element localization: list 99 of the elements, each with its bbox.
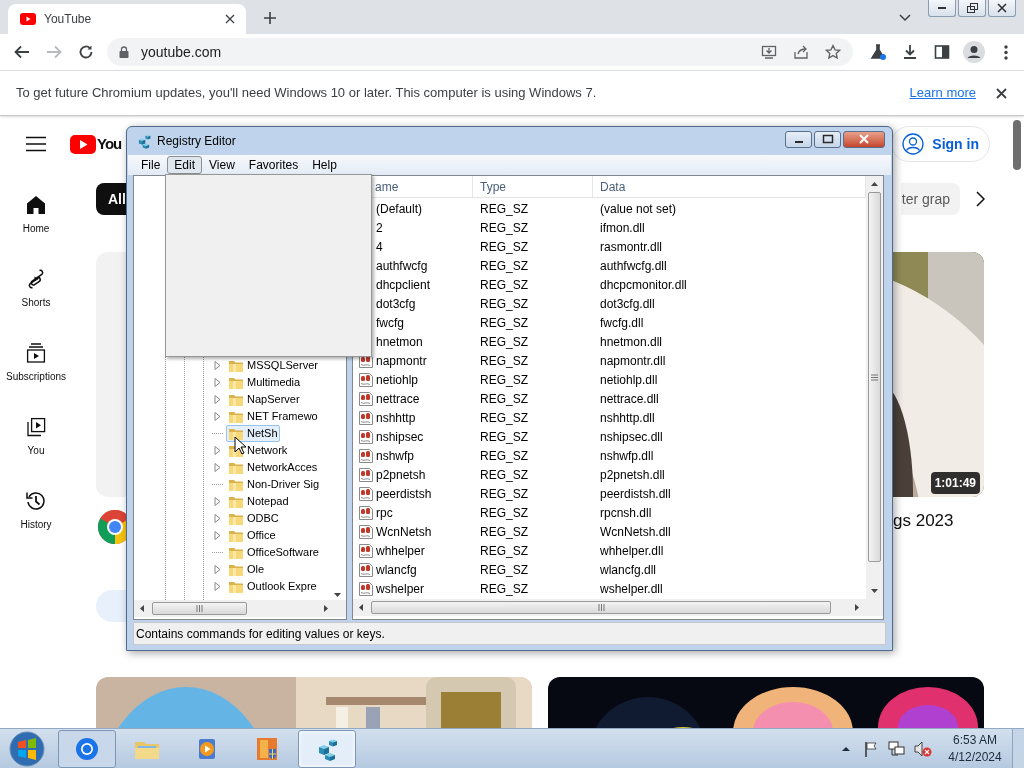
- tree-item[interactable]: ODBC: [226, 510, 281, 527]
- value-data: whhelper.dll: [599, 542, 665, 560]
- value-name[interactable]: peerdistsh: [376, 484, 432, 503]
- value-type: REG_SZ: [479, 523, 529, 541]
- value-data: authfwcfg.dll: [599, 257, 668, 275]
- value-data: wshelper.dll: [599, 580, 664, 598]
- value-data: nshhttp.dll: [599, 409, 656, 427]
- value-type: REG_SZ: [479, 352, 529, 370]
- value-name[interactable]: napmontr: [376, 351, 427, 370]
- value-name[interactable]: (Default): [376, 199, 422, 218]
- tree-item[interactable]: Non-Driver Sig: [226, 476, 322, 493]
- value-data: WcnNetsh.dll: [599, 523, 672, 541]
- value-name[interactable]: dhcpclient: [376, 275, 431, 294]
- tree-item[interactable]: NapServer: [226, 391, 302, 408]
- value-name[interactable]: hnetmon: [376, 332, 423, 351]
- value-type: REG_SZ: [479, 295, 529, 313]
- tree-item[interactable]: Notepad: [226, 493, 291, 510]
- value-type: REG_SZ: [479, 409, 529, 427]
- value-name[interactable]: dot3cfg: [376, 294, 416, 313]
- tree-item[interactable]: OfficeSoftware: [226, 544, 321, 561]
- value-data: p2pnetsh.dll: [599, 466, 666, 484]
- nav-item[interactable]: Subscriptions: [0, 320, 72, 394]
- value-name[interactable]: nshipsec: [376, 427, 424, 446]
- value-name[interactable]: 2: [376, 218, 383, 237]
- value-type: REG_SZ: [479, 276, 529, 294]
- value-type: REG_SZ: [479, 466, 529, 484]
- value-type: REG_SZ: [479, 542, 529, 560]
- nav-item[interactable]: Shorts: [0, 246, 72, 320]
- tree-item[interactable]: MSSQLServer: [226, 357, 320, 374]
- value-data: hnetmon.dll: [599, 333, 664, 351]
- value-type: REG_SZ: [479, 390, 529, 408]
- value-data: (value not set): [599, 200, 678, 218]
- status-bar: Contains commands for editing values or keys.: [133, 622, 886, 645]
- value-name[interactable]: WcnNetsh: [376, 522, 432, 541]
- filter-chip[interactable]: All: [96, 183, 126, 215]
- nav-item[interactable]: History: [0, 468, 72, 542]
- value-name[interactable]: nshwfp: [376, 446, 415, 465]
- value-type: REG_SZ: [479, 333, 529, 351]
- value-data: wlancfg.dll: [599, 561, 658, 579]
- menu-item[interactable]: Favorites: [241, 156, 306, 174]
- column-header[interactable]: Type: [473, 176, 593, 197]
- value-name[interactable]: fwcfg: [376, 313, 404, 332]
- value-name[interactable]: nshhttp: [376, 408, 416, 427]
- value-type: REG_SZ: [479, 219, 529, 237]
- value-name[interactable]: netiohlp: [376, 370, 419, 389]
- video-title[interactable]: gs 2023: [893, 509, 984, 533]
- value-type: REG_SZ: [479, 238, 529, 256]
- value-type: REG_SZ: [479, 371, 529, 389]
- value-data: netiohlp.dll: [599, 371, 659, 389]
- tree-item[interactable]: Office: [226, 527, 278, 544]
- menu-item[interactable]: Help: [305, 156, 344, 174]
- value-data: peerdistsh.dll: [599, 485, 672, 503]
- value-data: fwcfg.dll: [599, 314, 645, 332]
- youtube-logo[interactable]: You: [70, 132, 122, 156]
- value-data: nettrace.dll: [599, 390, 660, 408]
- value-data: ifmon.dll: [599, 219, 646, 237]
- value-type: REG_SZ: [479, 200, 529, 218]
- value-data: napmontr.dll: [599, 352, 667, 370]
- tree-item[interactable]: Multimedia: [226, 374, 303, 391]
- nav-item[interactable]: You: [0, 394, 72, 468]
- value-name[interactable]: 4: [376, 237, 383, 256]
- value-type: REG_SZ: [479, 428, 529, 446]
- value-type: REG_SZ: [479, 485, 529, 503]
- address-bar[interactable]: youtube.com: [107, 38, 853, 66]
- tree-item[interactable]: NetSh: [226, 425, 280, 442]
- value-data: nshipsec.dll: [599, 428, 664, 446]
- value-data: dhcpcmonitor.dll: [599, 276, 688, 294]
- menu-item[interactable]: View: [202, 156, 242, 174]
- clock[interactable]: 6:53 AM 4/12/2024: [942, 731, 1008, 766]
- value-type: REG_SZ: [479, 580, 529, 598]
- value-name[interactable]: wshelper: [376, 579, 425, 598]
- value-name[interactable]: authfwcfg: [376, 256, 428, 275]
- value-type: REG_SZ: [479, 504, 529, 522]
- nav-item[interactable]: Home: [0, 172, 72, 246]
- tree-item[interactable]: Outlook Expre: [226, 578, 319, 595]
- video-duration: 1:01:49: [930, 472, 980, 494]
- learn-more-link[interactable]: Learn more: [909, 83, 976, 103]
- infobar-message: To get future Chromium updates, you'll need Windows 10 or later. This computer is using Windows 7.: [16, 84, 598, 103]
- filter-chip[interactable]: ter grap: [900, 183, 960, 215]
- value-name[interactable]: rpc: [376, 503, 393, 522]
- value-name[interactable]: whhelper: [376, 541, 425, 560]
- value-data: nshwfp.dll: [599, 447, 655, 465]
- value-type: REG_SZ: [479, 314, 529, 332]
- value-data: rasmontr.dll: [599, 238, 664, 256]
- value-type: REG_SZ: [479, 561, 529, 579]
- value-data: dot3cfg.dll: [599, 295, 656, 313]
- menu-item[interactable]: File: [134, 156, 168, 174]
- tree-item[interactable]: NET Framewo: [226, 408, 320, 425]
- menu-item[interactable]: Edit: [167, 156, 203, 174]
- window-title: Registry Editor: [157, 133, 237, 150]
- value-type: REG_SZ: [479, 447, 529, 465]
- value-name[interactable]: p2pnetsh: [376, 465, 426, 484]
- tree-item[interactable]: Ole: [226, 561, 267, 578]
- value-data: rpcnsh.dll: [599, 504, 653, 522]
- browser-tab[interactable]: YouTube: [8, 4, 246, 34]
- value-name[interactable]: wlancfg: [376, 560, 417, 579]
- tree-item[interactable]: NetworkAcces: [226, 459, 320, 476]
- value-type: REG_SZ: [479, 257, 529, 275]
- value-name[interactable]: nettrace: [376, 389, 420, 408]
